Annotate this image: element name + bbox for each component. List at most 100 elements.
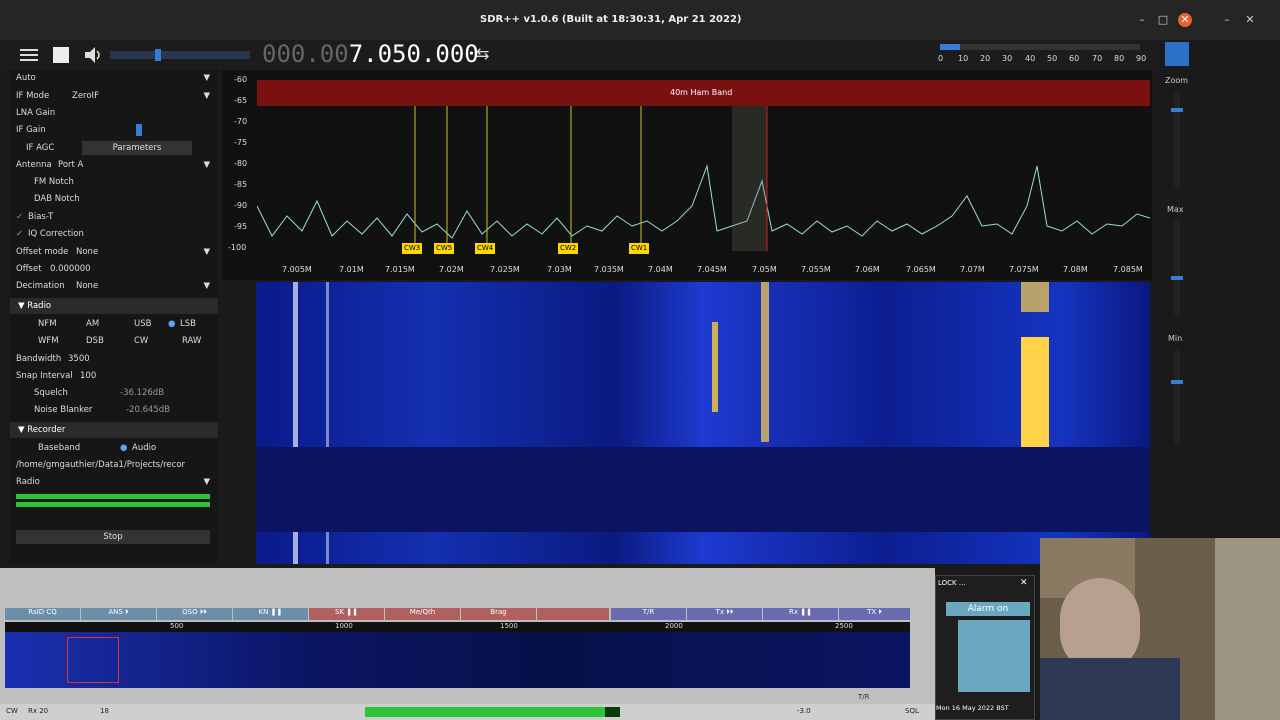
swap-icon[interactable]: ⇆ — [476, 44, 489, 63]
offset-input[interactable]: Offset 0.000000 — [16, 261, 210, 277]
bookmark-cw3[interactable]: CW3 — [402, 243, 423, 254]
stop-icon[interactable] — [50, 44, 72, 66]
if-mode-select[interactable]: IF Mode ZeroIF ▼ — [16, 88, 210, 104]
webcam-overlay — [1040, 538, 1280, 720]
clock-window: LOCK ... ✕ Alarm on Mon 16 May 2022 BST — [935, 575, 1035, 720]
tr-label[interactable]: T/R — [858, 693, 870, 701]
macro-rx[interactable]: Rx ❚❚ — [763, 608, 838, 620]
bookmark-cw5[interactable]: CW5 — [434, 243, 455, 254]
zoom-label: Zoom — [1165, 76, 1189, 85]
mode-raw[interactable]: RAW — [182, 333, 210, 349]
clock-close-icon[interactable]: ✕ — [1020, 578, 1028, 588]
volume-slider[interactable] — [110, 51, 250, 59]
radio-section-header[interactable]: ▼ Radio — [10, 298, 218, 314]
level-meter-right — [16, 502, 210, 507]
offset-mode-select[interactable]: Offset mode None ▼ — [16, 244, 210, 260]
min-label: Min — [1168, 334, 1183, 343]
volume-knob[interactable] — [155, 49, 161, 61]
y-axis: -60 -65 -70 -75 -80 -85 -90 -95 -100 — [228, 75, 248, 252]
macro-ans[interactable]: ANS ⏵ — [81, 608, 156, 620]
zoom-slider[interactable] — [1171, 92, 1183, 187]
fm-notch-checkbox[interactable]: FM Notch — [16, 174, 210, 190]
fldigi-window: RsID CQ ANS ⏵ QSO ⏵⏵ KN ❚❚ SK ❚❚ Me/Qth … — [0, 568, 935, 720]
right-panel: Zoom Max Min — [1155, 70, 1200, 565]
lna-gain-slider[interactable]: LNA Gain — [16, 105, 210, 121]
waterfall-signal — [712, 322, 718, 412]
stop-recording-button[interactable]: Stop — [16, 530, 210, 544]
decimation-select[interactable]: Decimation None ▼ — [16, 278, 210, 294]
bandwidth-input[interactable]: Bandwidth 3500 — [16, 351, 210, 367]
audio-radio[interactable]: ● Audio — [120, 440, 210, 456]
macro-blank[interactable] — [537, 608, 609, 620]
speaker-icon[interactable] — [82, 44, 104, 66]
macro-tx[interactable]: Tx ⏵⏵ — [687, 608, 762, 620]
fft-display[interactable]: 40m Ham Band -60 -65 -70 -75 -80 -85 -90… — [222, 70, 1152, 280]
alarm-status[interactable]: Alarm on — [946, 602, 1030, 616]
bias-t-checkbox[interactable]: ✓ Bias-T — [16, 209, 210, 225]
bookmark-cw1[interactable]: CW1 — [629, 243, 650, 254]
mode-lsb[interactable]: ● LSB — [168, 316, 210, 332]
max-slider[interactable] — [1171, 220, 1183, 315]
menu-icon[interactable] — [18, 44, 40, 66]
window-title: SDR++ v1.0.6 (Built at 18:30:31, Apr 21 … — [480, 14, 742, 25]
maximize-button[interactable]: □ — [1156, 13, 1170, 27]
cursor-marker — [67, 637, 119, 683]
band-label: 40m Ham Band — [670, 88, 733, 97]
macro-bar: RsID CQ ANS ⏵ QSO ⏵⏵ KN ❚❚ SK ❚❚ Me/Qth … — [5, 608, 910, 620]
audio-waterfall[interactable] — [5, 632, 910, 688]
parameters-button[interactable]: Parameters — [82, 141, 192, 155]
sidebar: Auto ▼ IF Mode ZeroIF ▼ LNA Gain IF Gain IF… — [10, 70, 218, 565]
macro-meqth[interactable]: Me/Qth — [385, 608, 460, 620]
bookmark-cw4[interactable]: CW4 — [475, 243, 496, 254]
x-axis: 7.005M 7.01M 7.015M 7.02M 7.025M 7.03M 7… — [282, 265, 1143, 274]
iq-correction-checkbox[interactable]: ✓ IQ Correction — [16, 226, 210, 242]
if-gain-slider[interactable]: IF Gain — [16, 122, 210, 138]
display-settings-icon[interactable] — [1165, 42, 1189, 66]
band-plan-bar: 40m Ham Band — [257, 80, 1150, 106]
toolbar: 000.007.050.000 ⇆ 0 10 20 30 40 50 60 70… — [0, 40, 1189, 70]
noise-blanker-slider[interactable]: Noise Blanker -20.645dB — [16, 402, 210, 418]
bg-minimize-icon: – — [1224, 13, 1230, 26]
waterfall-signal — [1021, 337, 1049, 447]
title-bar: SDR++ v1.0.6 (Built at 18:30:31, Apr 21 … — [0, 0, 1280, 40]
spectrum-trace — [257, 106, 1150, 251]
frequency-display[interactable]: 000.007.050.000 — [262, 40, 479, 68]
bookmark-cw2[interactable]: CW2 — [558, 243, 579, 254]
alarm-sliders[interactable] — [958, 620, 1030, 692]
snr-meter — [940, 44, 1140, 50]
source-auto[interactable]: Auto ▼ — [16, 70, 210, 86]
recording-path-input[interactable]: /home/gmgauthier/Data1/Projects/recor — [16, 457, 210, 473]
macro-kn[interactable]: KN ❚❚ — [233, 608, 308, 620]
waterfall-gap — [256, 447, 1150, 532]
macro-rsid-cq[interactable]: RsID CQ — [5, 608, 80, 620]
sql-button[interactable]: SQL — [905, 707, 919, 715]
minimize-button[interactable]: – — [1135, 13, 1149, 27]
max-label: Max — [1167, 205, 1184, 214]
waterfall-signal — [1021, 282, 1049, 312]
squelch-slider[interactable]: Squelch -36.126dB — [16, 385, 210, 401]
clock-title: LOCK ... — [938, 579, 966, 587]
status-value[interactable]: 18 — [100, 707, 109, 715]
clock-date: Mon 16 May 2022 BST — [936, 704, 1009, 712]
antenna-select[interactable]: Antenna Port A ▼ — [16, 157, 210, 173]
audio-scale: 500 1000 1500 2000 2500 — [5, 622, 910, 632]
min-slider[interactable] — [1171, 350, 1183, 445]
level-meter-left — [16, 494, 210, 499]
waterfall-signal — [761, 282, 769, 442]
macro-brag[interactable]: Brag — [461, 608, 536, 620]
recorder-section-header[interactable]: ▼ Recorder — [10, 422, 218, 438]
snap-interval-input[interactable]: Snap Interval 100 — [16, 368, 210, 384]
recording-stream-select[interactable]: Radio ▼ — [16, 474, 210, 490]
macro-qso[interactable]: QSO ⏵⏵ — [157, 608, 232, 620]
macro-tx2[interactable]: TX ⏵ — [839, 608, 910, 620]
dab-notch-checkbox[interactable]: DAB Notch — [16, 191, 210, 207]
waterfall-display[interactable] — [256, 282, 1150, 564]
macro-tr[interactable]: T/R — [611, 608, 686, 620]
signal-level-bar — [365, 707, 620, 717]
status-bar: CW Rx 20 18 -3.0 SQL — [0, 704, 935, 720]
person-body — [1040, 658, 1180, 720]
snr-scale: 0 10 20 30 40 50 60 70 80 90 — [938, 54, 1147, 63]
close-button[interactable]: ✕ — [1178, 13, 1192, 27]
bg-close-icon: ✕ — [1245, 13, 1255, 26]
macro-sk[interactable]: SK ❚❚ — [309, 608, 384, 620]
